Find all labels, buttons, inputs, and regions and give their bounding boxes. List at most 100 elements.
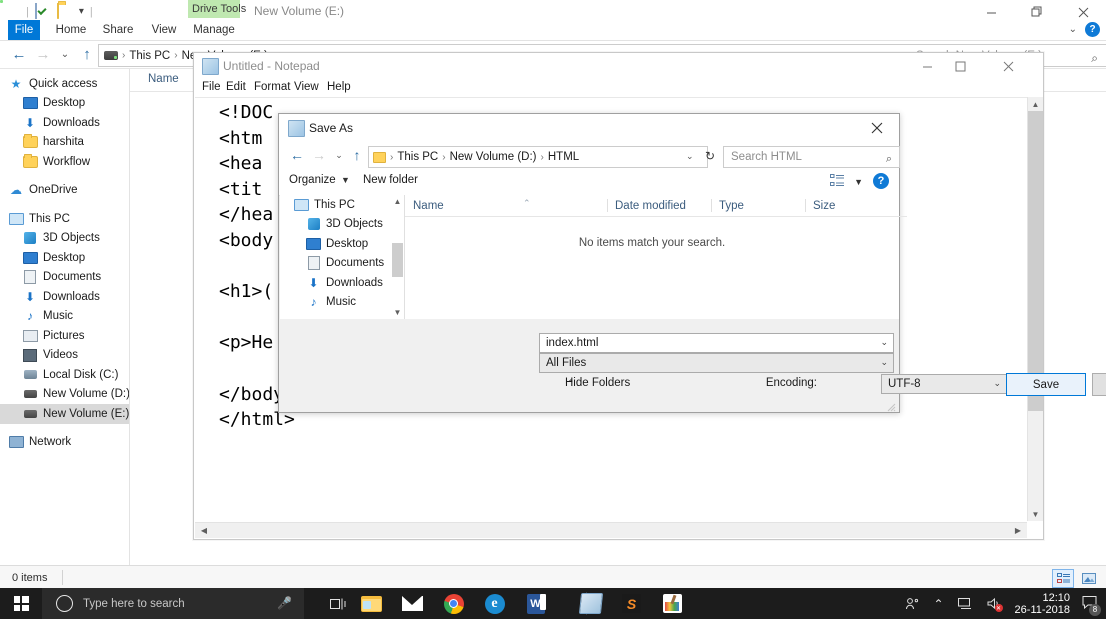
- people-icon[interactable]: [905, 597, 919, 611]
- chevron-down-icon[interactable]: ⌄: [880, 357, 888, 368]
- taskbar-mail[interactable]: [401, 592, 424, 615]
- view-dropdown-icon[interactable]: ▼: [854, 177, 863, 187]
- sidebar-item-desktop[interactable]: Desktop: [0, 248, 129, 268]
- resize-grip[interactable]: [887, 401, 896, 412]
- menu-file[interactable]: File: [202, 81, 221, 93]
- save-button[interactable]: Save: [1006, 373, 1086, 396]
- new-folder-icon[interactable]: [56, 3, 73, 20]
- dialog-address-bar[interactable]: › This PC › New Volume (D:) › HTML: [368, 146, 708, 168]
- column-name[interactable]: Name: [148, 73, 179, 85]
- scrollbar-thumb[interactable]: [1028, 111, 1043, 411]
- action-center-button[interactable]: 8: [1082, 595, 1101, 616]
- recent-locations-icon[interactable]: ⌄: [54, 43, 76, 65]
- dialog-search-box[interactable]: Search HTML ⌕: [723, 146, 900, 168]
- sidebar-item-quick-access[interactable]: ★ Quick access: [0, 74, 129, 94]
- taskbar-chrome[interactable]: [442, 592, 465, 615]
- sidebar-item-onedrive[interactable]: ☁ OneDrive: [0, 181, 129, 201]
- back-button[interactable]: ←: [8, 43, 30, 65]
- up-button[interactable]: ↑: [76, 43, 98, 65]
- sidebar-item-videos[interactable]: Videos: [0, 346, 129, 366]
- view-layout-icon[interactable]: [830, 174, 845, 188]
- scroll-right-icon[interactable]: ▶: [1011, 523, 1025, 538]
- dialog-breadcrumb-new-volume-d[interactable]: New Volume (D:): [450, 151, 537, 163]
- sidebar-item-local-disk-c[interactable]: Local Disk (C:): [0, 365, 129, 385]
- details-view-button[interactable]: [1052, 569, 1074, 588]
- dialog-column-size[interactable]: Size: [805, 195, 907, 217]
- dialog-breadcrumb-this-pc[interactable]: This PC: [397, 151, 438, 163]
- sidebar-item-downloads[interactable]: ⬇ Downloads: [0, 287, 129, 307]
- drive-icon[interactable]: [4, 4, 20, 20]
- chevron-down-icon[interactable]: ⌄: [880, 337, 888, 348]
- save-as-type-select[interactable]: All Files ⌄: [539, 353, 894, 373]
- hide-folders-button[interactable]: Hide Folders: [565, 377, 630, 389]
- file-name-input[interactable]: index.html ⌄: [539, 333, 894, 353]
- dialog-column-date-modified[interactable]: Date modified: [607, 195, 719, 217]
- sidebar-item-music[interactable]: ♪ Music: [0, 307, 129, 327]
- taskbar-search-box[interactable]: Type here to search 🎤: [42, 588, 304, 619]
- dialog-column-name[interactable]: Name ⌃: [405, 195, 615, 217]
- dialog-sidebar-item-this-pc[interactable]: This PC: [280, 195, 398, 215]
- chevron-down-icon[interactable]: ⌄: [1069, 24, 1077, 35]
- help-icon[interactable]: ?: [873, 173, 889, 189]
- notepad-vertical-scrollbar[interactable]: ▲ ▼: [1027, 97, 1043, 521]
- new-folder-button[interactable]: New folder: [363, 174, 418, 186]
- properties-icon[interactable]: [34, 3, 51, 20]
- scrollbar-thumb[interactable]: [392, 243, 403, 277]
- taskbar-paint[interactable]: [661, 592, 684, 615]
- chevron-down-icon[interactable]: ▼: [341, 175, 350, 185]
- organize-button[interactable]: Organize: [289, 174, 336, 186]
- dialog-up-button[interactable]: ↑: [347, 145, 367, 165]
- notepad-close-button[interactable]: [992, 53, 1025, 79]
- scroll-up-icon[interactable]: ▲: [1028, 97, 1043, 111]
- explorer-navigation-pane[interactable]: ★ Quick access Desktop ⬇ Downloads harshit…: [0, 69, 129, 566]
- sidebar-item-documents[interactable]: Documents: [0, 268, 129, 288]
- sidebar-item-pictures[interactable]: Pictures: [0, 326, 129, 346]
- dialog-breadcrumb-html[interactable]: HTML: [548, 151, 579, 163]
- breadcrumb-this-pc[interactable]: This PC: [129, 50, 170, 62]
- dialog-sidebar-item-3d-objects[interactable]: 3D Objects: [280, 215, 398, 235]
- show-hidden-icons-chevron[interactable]: ⌃: [933, 597, 943, 611]
- start-button[interactable]: [0, 588, 42, 619]
- sidebar-item-downloads-qa[interactable]: ⬇ Downloads: [0, 113, 129, 133]
- menu-edit[interactable]: Edit: [226, 81, 246, 93]
- sidebar-item-new-volume-e[interactable]: New Volume (E:): [0, 404, 129, 424]
- large-icons-view-button[interactable]: [1078, 569, 1100, 588]
- notepad-minimize-button[interactable]: [911, 53, 944, 79]
- dialog-column-type[interactable]: Type: [711, 195, 813, 217]
- notepad-horizontal-scrollbar[interactable]: ◀ ▶: [195, 522, 1027, 538]
- customize-dropdown-icon[interactable]: ▾: [79, 7, 84, 17]
- sidebar-item-new-volume-d[interactable]: New Volume (D:): [0, 385, 129, 405]
- save-as-close-button[interactable]: [855, 114, 899, 142]
- taskbar-word[interactable]: W: [524, 592, 547, 615]
- scroll-left-icon[interactable]: ◀: [197, 523, 211, 538]
- taskbar-edge[interactable]: e: [483, 592, 506, 615]
- dialog-file-list[interactable]: Name ⌃ Date modified Type Size No items …: [404, 195, 907, 319]
- tab-home[interactable]: Home: [52, 20, 90, 40]
- microphone-icon[interactable]: 🎤: [277, 596, 292, 610]
- taskbar-sublime-text[interactable]: S: [620, 592, 643, 615]
- dialog-sidebar-item-desktop[interactable]: Desktop: [280, 234, 398, 254]
- dialog-nav-scrollbar[interactable]: ▲ ▼: [391, 195, 404, 319]
- dialog-sidebar-item-music[interactable]: ♪ Music: [280, 293, 398, 313]
- dialog-recent-locations-icon[interactable]: ⌄: [329, 145, 349, 165]
- dialog-sidebar-item-downloads[interactable]: ⬇ Downloads: [280, 273, 398, 293]
- sidebar-item-desktop-qa[interactable]: Desktop: [0, 94, 129, 114]
- drive-tools-contextual-tab[interactable]: Drive Tools: [188, 0, 246, 18]
- dialog-back-button[interactable]: ←: [287, 145, 307, 165]
- tab-file[interactable]: File: [8, 20, 40, 40]
- notepad-maximize-button[interactable]: [944, 53, 977, 79]
- chevron-down-icon[interactable]: ⌄: [993, 378, 1001, 389]
- encoding-select[interactable]: UTF-8 ⌄: [881, 374, 1007, 394]
- dialog-forward-button[interactable]: →: [309, 145, 329, 165]
- taskbar-file-explorer[interactable]: [360, 592, 383, 615]
- forward-button[interactable]: →: [32, 43, 54, 65]
- cancel-button[interactable]: Cancel: [1092, 373, 1106, 396]
- menu-format[interactable]: Format: [254, 81, 290, 93]
- sidebar-item-network[interactable]: Network: [0, 433, 129, 453]
- tab-manage[interactable]: Manage: [192, 20, 236, 40]
- tab-view[interactable]: View: [148, 20, 180, 40]
- tab-share[interactable]: Share: [98, 20, 138, 40]
- sidebar-item-3d-objects[interactable]: 3D Objects: [0, 229, 129, 249]
- scroll-down-icon[interactable]: ▼: [1028, 507, 1043, 521]
- dialog-sidebar-item-documents[interactable]: Documents: [280, 254, 398, 274]
